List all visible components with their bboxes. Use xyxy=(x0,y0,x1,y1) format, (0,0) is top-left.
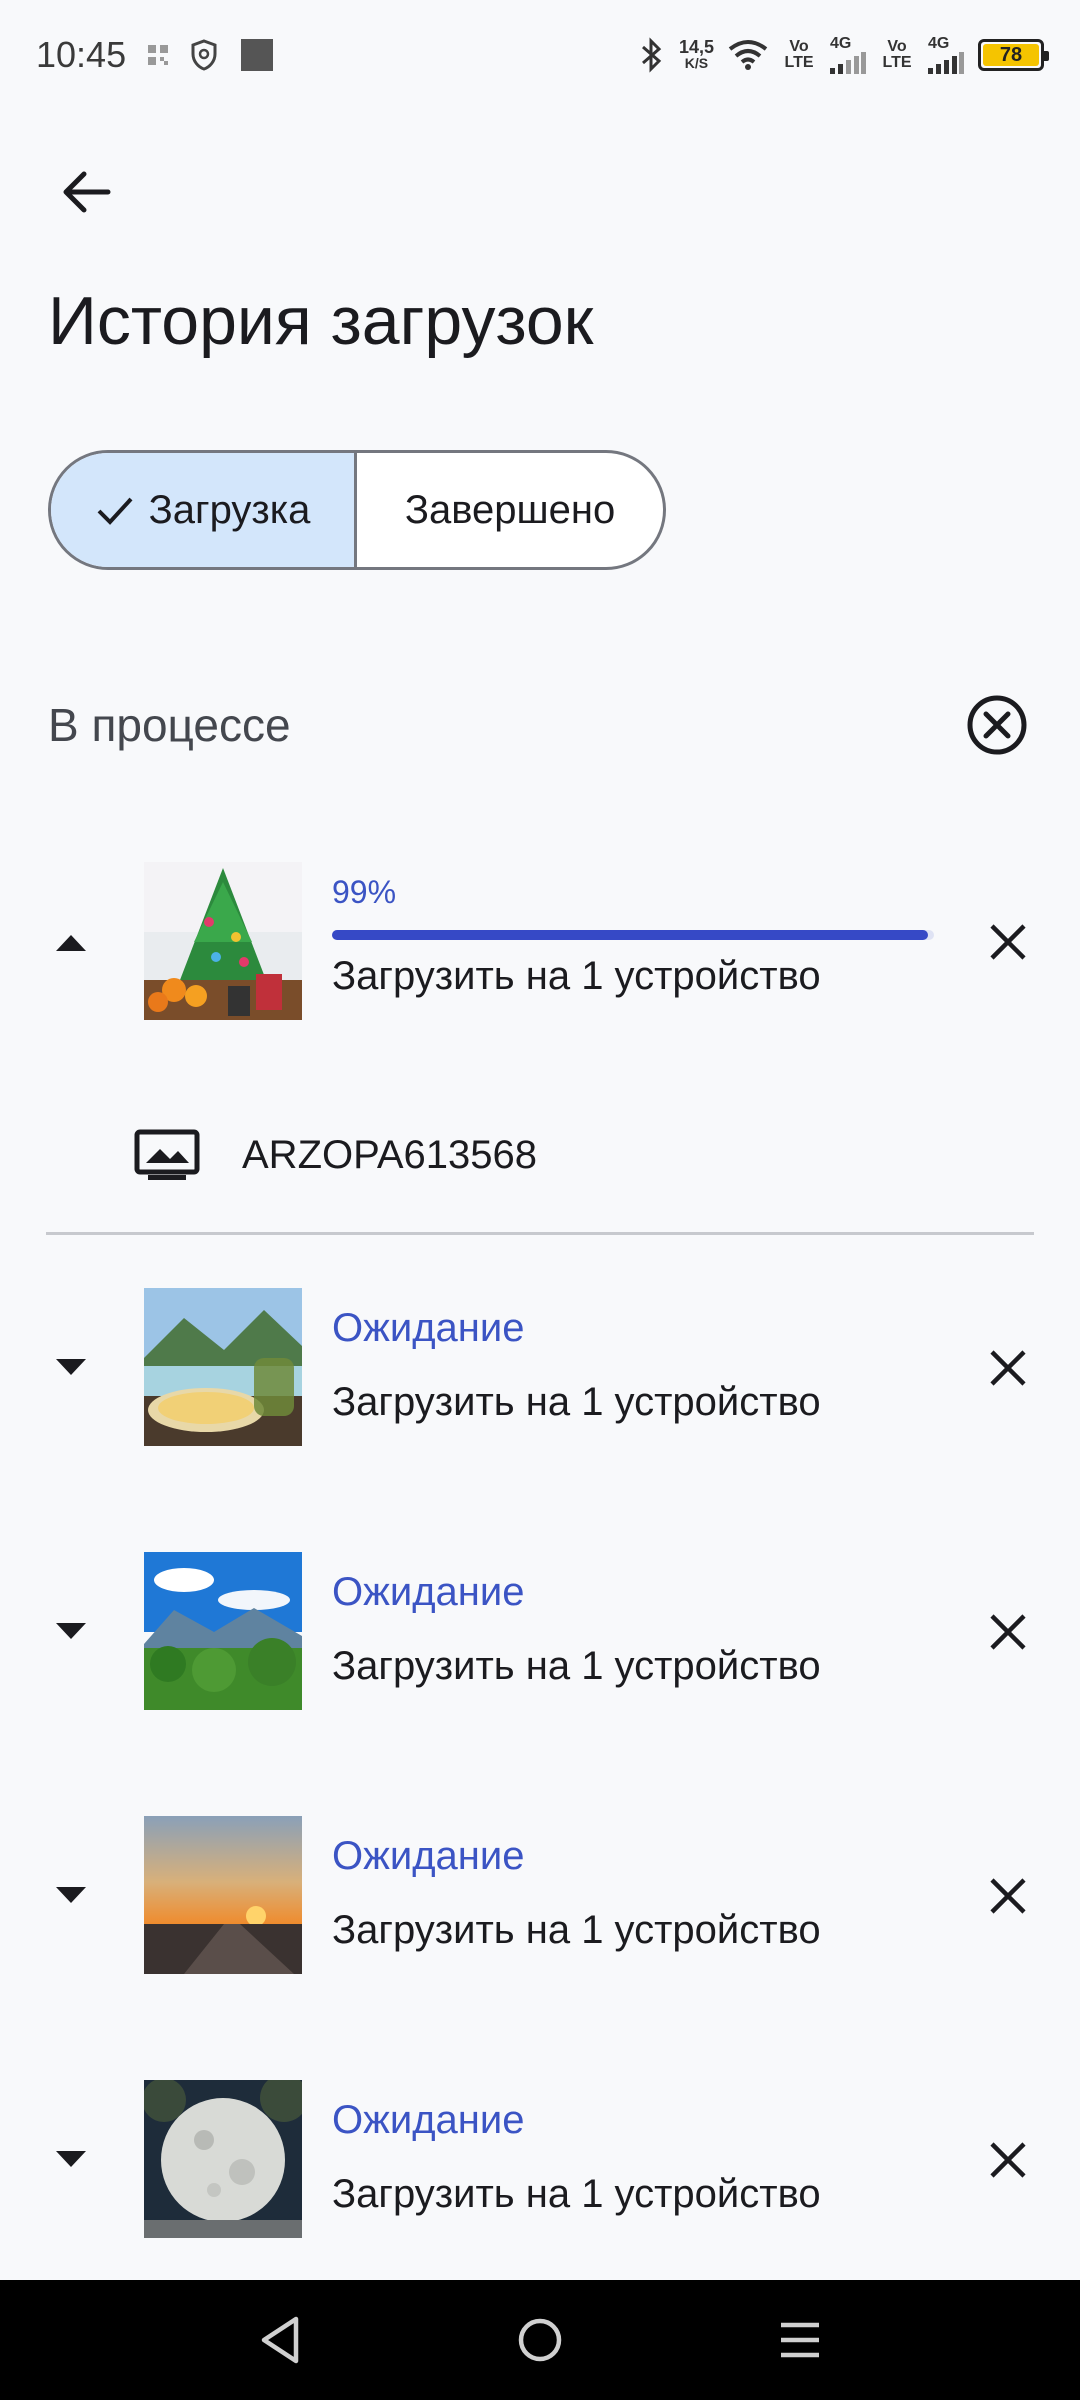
cancel-circle-icon xyxy=(967,695,1027,755)
upload-item: Ожидание Загрузить на 1 устройство xyxy=(0,2080,1080,2240)
volte-indicator-2: Vo LTE xyxy=(882,38,912,71)
close-icon xyxy=(990,1350,1026,1386)
cancel-upload-button[interactable] xyxy=(978,1338,1038,1398)
arrow-back-icon xyxy=(63,171,111,213)
battery-icon: 78 xyxy=(978,39,1049,71)
expand-toggle[interactable] xyxy=(46,1871,96,1921)
upload-progress-bar xyxy=(332,930,934,940)
arrow-down-icon xyxy=(56,1887,86,1903)
cancel-upload-button[interactable] xyxy=(978,2130,1038,2190)
cancel-upload-button[interactable] xyxy=(978,1602,1038,1662)
back-button[interactable] xyxy=(44,150,128,234)
status-bar: 10:45 14,5 K/S Vo LTE 4G Vo LTE 4G 78 xyxy=(0,0,1080,110)
arrow-down-icon xyxy=(56,1623,86,1639)
bluetooth-icon xyxy=(639,37,665,73)
section-title: В процессе xyxy=(48,699,291,751)
arrow-down-icon xyxy=(56,2151,86,2167)
cancel-all-button[interactable] xyxy=(962,690,1032,760)
expand-toggle[interactable] xyxy=(46,1607,96,1657)
wifi-icon xyxy=(728,39,768,71)
thumbnail-mountain-forest xyxy=(144,1552,302,1710)
battery-level: 78 xyxy=(983,44,1039,66)
nav-recents-button[interactable] xyxy=(760,2300,840,2380)
upload-progress-fill xyxy=(332,930,928,940)
cancel-upload-button[interactable] xyxy=(978,912,1038,972)
arrow-up-icon xyxy=(56,935,86,951)
thumbnail-mountain-lake xyxy=(144,1288,302,1446)
upload-description: Загрузить на 1 устройство xyxy=(332,1908,821,1952)
nav-back-button[interactable] xyxy=(240,2300,320,2380)
shield-icon xyxy=(190,39,218,71)
upload-progress-text: 99% xyxy=(332,874,397,910)
expand-toggle[interactable] xyxy=(46,1343,96,1393)
upload-status: Ожидание xyxy=(332,1570,525,1614)
close-icon xyxy=(990,2142,1026,2178)
square-notification-icon xyxy=(240,38,274,72)
signal-icon-2: 4G xyxy=(928,36,964,74)
upload-description: Загрузить на 1 устройство xyxy=(332,2172,821,2216)
device-name: ARZOPA613568 xyxy=(242,1132,537,1177)
system-nav-bar xyxy=(0,2280,1080,2400)
arrow-down-icon xyxy=(56,1359,86,1375)
segmented-tabs: Загрузка Завершено xyxy=(48,450,666,570)
tab-uploading-label: Загрузка xyxy=(148,487,311,532)
volte-indicator-1: Vo LTE xyxy=(784,38,814,71)
upload-status: Ожидание xyxy=(332,1306,525,1350)
upload-item: Ожидание Загрузить на 1 устройство xyxy=(0,1288,1080,1448)
status-time: 10:45 xyxy=(36,34,127,75)
qr-icon xyxy=(148,45,169,65)
upload-status: Ожидание xyxy=(332,1834,525,1878)
collapse-toggle[interactable] xyxy=(46,917,96,967)
thumbnail-christmas-tree xyxy=(144,862,302,1020)
upload-item: 99% Загрузить на 1 устройство xyxy=(0,862,1080,1022)
tab-completed-label: Завершено xyxy=(404,487,616,532)
upload-item: Ожидание Загрузить на 1 устройство xyxy=(0,1816,1080,1976)
thumbnail-moon-sculpture xyxy=(144,2080,302,2238)
upload-description: Загрузить на 1 устройство xyxy=(332,954,821,998)
close-icon xyxy=(990,924,1026,960)
check-icon xyxy=(97,497,133,525)
circle-home-icon xyxy=(518,2318,562,2362)
triangle-back-icon xyxy=(261,2316,299,2364)
expand-toggle[interactable] xyxy=(46,2135,96,2185)
tab-uploading[interactable]: Загрузка xyxy=(51,453,357,567)
display-device-icon xyxy=(134,1129,200,1180)
net-speed: 14,5 K/S xyxy=(678,37,714,71)
nav-home-button[interactable] xyxy=(500,2300,580,2380)
upload-description: Загрузить на 1 устройство xyxy=(332,1644,821,1688)
thumbnail-sunset-road xyxy=(144,1816,302,1974)
close-icon xyxy=(990,1614,1026,1650)
upload-description: Загрузить на 1 устройство xyxy=(332,1380,821,1424)
device-row: ARZOPA613568 xyxy=(134,1120,537,1190)
divider xyxy=(46,1232,1034,1235)
signal-icon-1: 4G xyxy=(830,36,866,74)
upload-item: Ожидание Загрузить на 1 устройство xyxy=(0,1552,1080,1712)
upload-status: Ожидание xyxy=(332,2098,525,2142)
cancel-upload-button[interactable] xyxy=(978,1866,1038,1926)
tab-completed[interactable]: Завершено xyxy=(357,453,663,567)
close-icon xyxy=(990,1878,1026,1914)
menu-lines-icon xyxy=(781,2322,819,2358)
page-title: История загрузок xyxy=(48,283,594,359)
section-header: В процессе xyxy=(48,690,1032,760)
